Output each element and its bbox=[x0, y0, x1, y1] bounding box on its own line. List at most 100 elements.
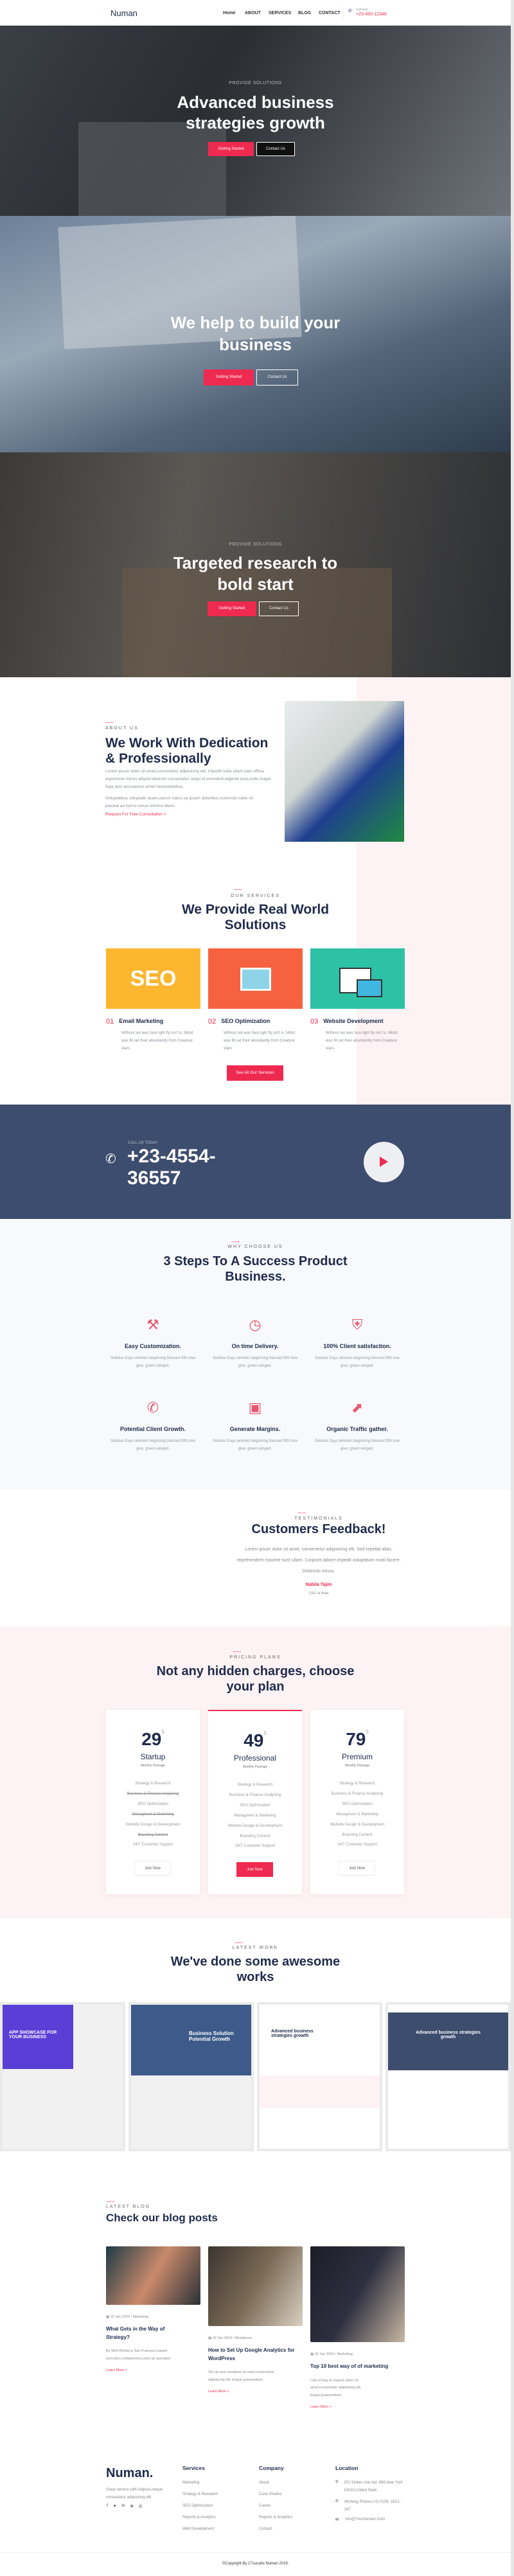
getting-started-button[interactable]: Getting Started bbox=[204, 369, 254, 386]
step-text: Subdue Days wherein beginning blessed fi… bbox=[212, 1356, 298, 1368]
footer-service-link[interactable]: Reports & Analytics bbox=[182, 2512, 218, 2523]
service-title: Email Marketing bbox=[119, 1018, 164, 1024]
facebook-icon[interactable]: f bbox=[107, 2503, 108, 2509]
call-number-line: +23-4554- bbox=[127, 1146, 216, 1167]
step-item: ⚒ Easy Customization. Subdue Days wherein … bbox=[102, 1316, 204, 1370]
step-item: ⬈ Organic Traffic gather. Subdue Days wher… bbox=[306, 1399, 409, 1453]
contact-us-button[interactable]: Contact Us bbox=[259, 601, 299, 616]
wallet-icon: ▣ bbox=[248, 1399, 262, 1416]
footer-company-link[interactable]: Contact bbox=[259, 2523, 292, 2535]
step-title: 100% Client satisfaction. bbox=[323, 1343, 391, 1349]
footer-company-link[interactable]: Reports & Analytics bbox=[259, 2512, 292, 2523]
footer-about: Great service with Adipisci,neque consec… bbox=[106, 2488, 163, 2500]
portfolio-title-line: works bbox=[236, 1970, 274, 1984]
testimonial-title: Customers Feedback! bbox=[251, 1522, 386, 1536]
twitter-icon[interactable]: ✦ bbox=[113, 2503, 116, 2509]
header-phone[interactable]: +23-450-12346 bbox=[356, 12, 387, 17]
nav-about[interactable]: ABOUT bbox=[245, 11, 261, 15]
call-label: Call Now: bbox=[356, 8, 369, 11]
step-title: Easy Customization. bbox=[124, 1343, 182, 1349]
footer-company-link[interactable]: About bbox=[259, 2477, 292, 2489]
post-title[interactable]: What Gets in the Way of Strategy? bbox=[106, 2325, 177, 2341]
contact-us-button[interactable]: Contact Us bbox=[256, 142, 295, 156]
scrollbar[interactable] bbox=[511, 0, 514, 2576]
service-number: 02 bbox=[208, 1018, 217, 1026]
nav-home[interactable]: Home bbox=[223, 11, 235, 15]
hero-subtitle: PROVIDE SOLUTIONS bbox=[229, 81, 282, 85]
portfolio-section: LATEST WORK We've done some awesome work… bbox=[0, 1918, 511, 2159]
step-text: Subdue Days wherein beginning blessed fi… bbox=[314, 1439, 400, 1451]
blog-image[interactable] bbox=[106, 2246, 200, 2305]
service-card[interactable]: 03 Website Development Without set was fa… bbox=[310, 948, 405, 1053]
portfolio-heading: Business Solution Potential Growth bbox=[131, 2005, 251, 2075]
plan-feature: Business & Finance Analysing bbox=[229, 1793, 281, 1797]
nav-contact[interactable]: CONTACT bbox=[319, 11, 341, 15]
learn-more-link[interactable]: Learn More > bbox=[310, 2405, 405, 2409]
footer-service-link[interactable]: Marketing bbox=[182, 2477, 218, 2489]
see-all-services-button[interactable]: See All Our Services bbox=[227, 1065, 283, 1081]
instagram-icon[interactable]: ◎ bbox=[139, 2503, 143, 2509]
step-title: On time Delivery. bbox=[231, 1343, 279, 1349]
portfolio-item[interactable]: Business Solution Potential Growth bbox=[128, 2002, 254, 2151]
portfolio-item[interactable]: Advanced business strategies growth bbox=[386, 2002, 511, 2151]
join-now-button[interactable]: Join Now bbox=[339, 1861, 375, 1876]
post-title[interactable]: Top 10 best way of of marketing bbox=[310, 2363, 400, 2371]
about-title-line: & Professionally bbox=[105, 751, 211, 766]
copyright: ©Copyright By 17sucaito Numan 2019. bbox=[222, 2562, 289, 2566]
learn-more-link[interactable]: Learn More > bbox=[208, 2390, 303, 2394]
plan-feature: Business & Finance Analysing bbox=[331, 1791, 384, 1796]
blog-image[interactable] bbox=[310, 2246, 405, 2342]
hero-image-tablet bbox=[78, 122, 226, 216]
plan-feature: Branding Content bbox=[240, 1834, 270, 1838]
pinterest-icon[interactable]: ⊕ bbox=[130, 2503, 133, 2509]
about-paragraph: Voluptatibus voluptate quam,earum natus … bbox=[105, 796, 253, 808]
hero-title-line: strategies growth bbox=[186, 113, 325, 132]
free-consultation-link[interactable]: Request For Free Consultation > bbox=[105, 812, 166, 817]
label-bar bbox=[106, 2201, 114, 2202]
footer-company-link[interactable]: Career bbox=[259, 2500, 292, 2512]
footer-service-link[interactable]: Strategy & Research bbox=[182, 2489, 218, 2500]
footer-company-link[interactable]: Case Studies bbox=[259, 2489, 292, 2500]
footer-service-link[interactable]: SEO Optimization bbox=[182, 2500, 218, 2512]
portfolio-heading: APP SHOWCASE FOR YOUR BUSINESS bbox=[3, 2005, 73, 2069]
plan-period: Monthly Package bbox=[344, 1764, 370, 1768]
plan-feature: Strategy & Research bbox=[339, 1782, 375, 1786]
post-date: 02 Jan 2019 bbox=[314, 2352, 335, 2356]
divider bbox=[0, 2552, 511, 2553]
footer-address: 201 Stokes Isle Apt. 896,New York 10010,… bbox=[344, 2481, 403, 2492]
footer-company-title: Company bbox=[259, 2465, 284, 2471]
label-bar bbox=[235, 1942, 243, 1943]
hero-title-line: Targeted research to bbox=[173, 553, 338, 573]
services-title-line: Solutions bbox=[224, 918, 287, 932]
service-card[interactable]: SEO 01 Email Marketing Without set was fa… bbox=[106, 948, 200, 1053]
getting-started-button[interactable]: Getting Started bbox=[208, 601, 256, 616]
blog-image[interactable] bbox=[208, 2246, 303, 2326]
getting-started-button[interactable]: Getting Started bbox=[208, 142, 254, 156]
steps-label: WHY CHOOSE US bbox=[227, 1245, 283, 1249]
join-now-button[interactable]: Join Now bbox=[134, 1861, 171, 1876]
logo[interactable]: Numan bbox=[111, 8, 137, 18]
portfolio-item[interactable]: APP SHOWCASE FOR YOUR BUSINESS bbox=[0, 2002, 125, 2151]
join-now-button[interactable]: Join Now bbox=[236, 1862, 273, 1877]
play-video-button[interactable] bbox=[364, 1142, 404, 1182]
site-footer: Numan. Great service with Adipisci,neque… bbox=[0, 2442, 511, 2576]
plan-price: 29 bbox=[141, 1729, 162, 1749]
learn-more-link[interactable]: Learn More > bbox=[106, 2368, 200, 2372]
footer-email[interactable]: Info@Yourdomain.Com bbox=[345, 2518, 385, 2521]
nav-services[interactable]: SERVICES bbox=[269, 11, 291, 15]
nav-blog[interactable]: BLOG bbox=[298, 11, 311, 15]
seo-illustration: SEO bbox=[106, 948, 200, 1009]
currency-symbol: $ bbox=[263, 1730, 267, 1736]
footer-company-list: About Case Studies Career Reports & Analyti… bbox=[259, 2477, 292, 2535]
post-title[interactable]: How to Set Up Google Analytics for WordP… bbox=[208, 2347, 298, 2363]
call-number[interactable]: +23-4554- 36557 bbox=[127, 1146, 216, 1189]
plan-feature: 24/7 Customer Support bbox=[337, 1843, 378, 1847]
pricing-section: PRICING PLANS Not any hidden charges, ch… bbox=[0, 1626, 511, 1918]
footer-service-link[interactable]: Web Development bbox=[182, 2523, 218, 2535]
portfolio-item[interactable]: Advanced business strategies growth bbox=[257, 2002, 382, 2151]
linkedin-icon[interactable]: in bbox=[121, 2503, 125, 2509]
contact-us-button[interactable]: Contact Us bbox=[256, 369, 298, 386]
service-card[interactable]: 02 SEO Optimization Without set was face … bbox=[208, 948, 303, 1053]
devices-illustration bbox=[310, 948, 405, 1009]
social-links: f ✦ in ⊕ ◎ bbox=[107, 2503, 142, 2509]
